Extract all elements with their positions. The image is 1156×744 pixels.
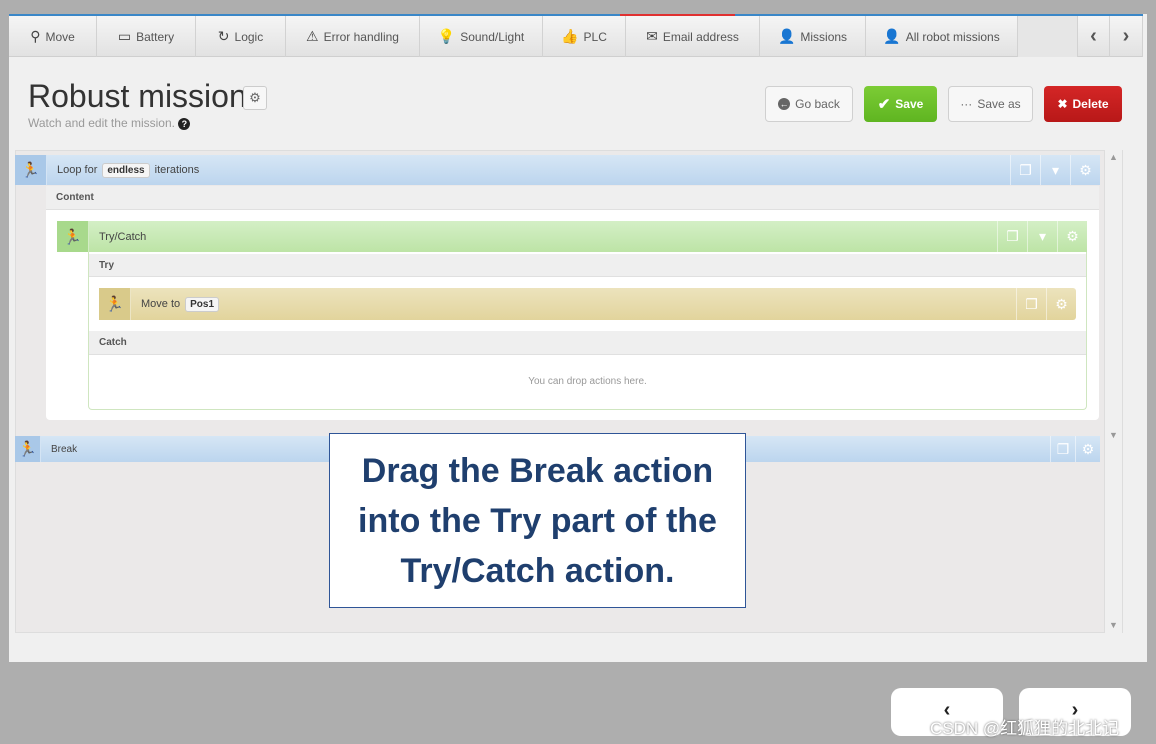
- duplicate-icon[interactable]: ❐: [997, 221, 1027, 252]
- location-pin-icon: ⚲: [30, 28, 41, 44]
- move-prefix: Move to: [141, 298, 181, 310]
- loop-action[interactable]: 🏃 Loop for endless iterations ❐ ▾ ⚙: [15, 155, 1100, 185]
- tab-label: Logic: [234, 29, 264, 44]
- running-man-icon[interactable]: 🏃: [15, 436, 41, 462]
- lightbulb-icon: 💡: [437, 28, 456, 44]
- tab-empty: [1018, 16, 1078, 57]
- editor-scrollbar[interactable]: ▲ ▼ ▼: [1104, 150, 1122, 633]
- tab-label: Sound/Light: [460, 29, 525, 44]
- delete-button[interactable]: ✖ Delete: [1044, 86, 1122, 122]
- tab-move[interactable]: ⚲ Move: [9, 16, 97, 57]
- ellipsis-icon: ···: [960, 97, 973, 111]
- loop-iterations-value[interactable]: endless: [102, 162, 150, 178]
- tab-logic[interactable]: ↻ Logic: [196, 16, 286, 57]
- content-section-label: Content: [46, 186, 1099, 210]
- running-man-icon[interactable]: 🏃: [15, 155, 47, 185]
- user-icon: 👤: [777, 28, 796, 44]
- tab-label: Move: [45, 29, 75, 44]
- duplicate-icon[interactable]: ❐: [1010, 155, 1040, 185]
- loop-suffix: iterations: [154, 164, 200, 176]
- caret-down-icon[interactable]: ▾: [1027, 221, 1057, 252]
- tab-all-robot-missions[interactable]: 👤 All robot missions: [866, 16, 1018, 57]
- help-icon[interactable]: ?: [178, 118, 191, 130]
- close-icon: ✖: [1057, 97, 1068, 111]
- duplicate-icon[interactable]: ❐: [1050, 436, 1075, 462]
- chevron-left-icon: ‹: [1090, 25, 1097, 47]
- running-man-icon[interactable]: 🏃: [57, 221, 89, 252]
- tab-label: All robot missions: [905, 29, 1000, 44]
- tab-error-handling[interactable]: ⚠ Error handling: [286, 16, 420, 57]
- tab-label: Battery: [136, 29, 175, 44]
- button-label: Go back: [795, 97, 840, 111]
- move-position-value[interactable]: Pos1: [185, 296, 220, 312]
- scroll-thumb-end-icon: ▼: [1109, 430, 1118, 440]
- gear-icon[interactable]: ⚙: [1070, 155, 1100, 185]
- loop-arrow-icon: ↻: [217, 28, 230, 44]
- gear-icon[interactable]: ⚙: [1046, 288, 1076, 320]
- active-tab-indicator: [620, 14, 735, 16]
- robot-user-icon: 👤: [883, 28, 901, 44]
- gear-icon[interactable]: ⚙: [1075, 436, 1100, 462]
- instruction-callout: Drag the Break action into the Try part …: [329, 433, 746, 608]
- tab-label: Error handling: [323, 29, 399, 44]
- loop-prefix: Loop for: [57, 164, 98, 176]
- duplicate-icon[interactable]: ❐: [1016, 288, 1046, 320]
- tab-label: Missions: [800, 29, 848, 44]
- scroll-down-icon[interactable]: ▼: [1105, 620, 1122, 630]
- page-title: Robust mission: [28, 78, 247, 114]
- try-catch-action[interactable]: 🏃 Try/Catch ❐ ▾ ⚙: [57, 221, 1087, 252]
- chevron-right-icon: ›: [1122, 25, 1130, 47]
- scroll-up-icon[interactable]: ▲: [1105, 152, 1122, 162]
- tab-plc[interactable]: 👍 PLC: [543, 16, 626, 57]
- checkmark-icon: ✔: [877, 96, 891, 113]
- page-subtitle: Watch and edit the mission. ?: [28, 116, 191, 130]
- thumbs-up-icon: 👍: [561, 28, 579, 44]
- action-tab-bar: ⚲ Move ▭ Battery ↻ Logic ⚠ Error handling 💡 S…: [9, 14, 1143, 57]
- drop-hint[interactable]: You can drop actions here.: [89, 376, 1086, 387]
- tabs-prev-button[interactable]: ‹: [1078, 16, 1110, 57]
- button-label: Save: [895, 97, 924, 111]
- arrow-left-circle-icon: ←: [778, 98, 791, 110]
- subtitle-text: Watch and edit the mission.: [28, 116, 175, 130]
- tabs-next-button[interactable]: ›: [1110, 16, 1143, 57]
- battery-icon: ▭: [117, 28, 132, 44]
- caret-down-icon[interactable]: ▾: [1040, 155, 1070, 185]
- button-label: Save as: [977, 97, 1021, 111]
- envelope-icon: ✉: [646, 28, 658, 44]
- save-as-button[interactable]: ··· Save as: [948, 86, 1033, 122]
- tab-battery[interactable]: ▭ Battery: [97, 16, 196, 57]
- tab-label: PLC: [583, 29, 607, 44]
- gear-icon[interactable]: ⚙: [1057, 221, 1087, 252]
- running-man-icon[interactable]: 🏃: [99, 288, 131, 320]
- tab-sound-light[interactable]: 💡 Sound/Light: [420, 16, 543, 57]
- try-section-label: Try: [89, 254, 1086, 277]
- watermark: CSDN @红狐狸的北北记: [930, 719, 1120, 738]
- warning-icon: ⚠: [306, 28, 319, 44]
- mission-settings-button[interactable]: ⚙: [243, 86, 267, 110]
- tab-missions[interactable]: 👤 Missions: [760, 16, 866, 57]
- break-label: Break: [51, 443, 78, 455]
- save-button[interactable]: ✔ Save: [864, 86, 937, 122]
- gear-icon: ⚙: [249, 90, 261, 105]
- tab-email-address[interactable]: ✉ Email address: [626, 16, 760, 57]
- tab-label: Email address: [662, 29, 739, 44]
- catch-section-label: Catch: [89, 331, 1086, 355]
- move-action[interactable]: 🏃 Move to Pos1 ❐ ⚙: [99, 288, 1076, 320]
- button-label: Delete: [1072, 97, 1109, 111]
- try-catch-label: Try/Catch: [99, 230, 147, 243]
- go-back-button[interactable]: ← Go back: [765, 86, 853, 122]
